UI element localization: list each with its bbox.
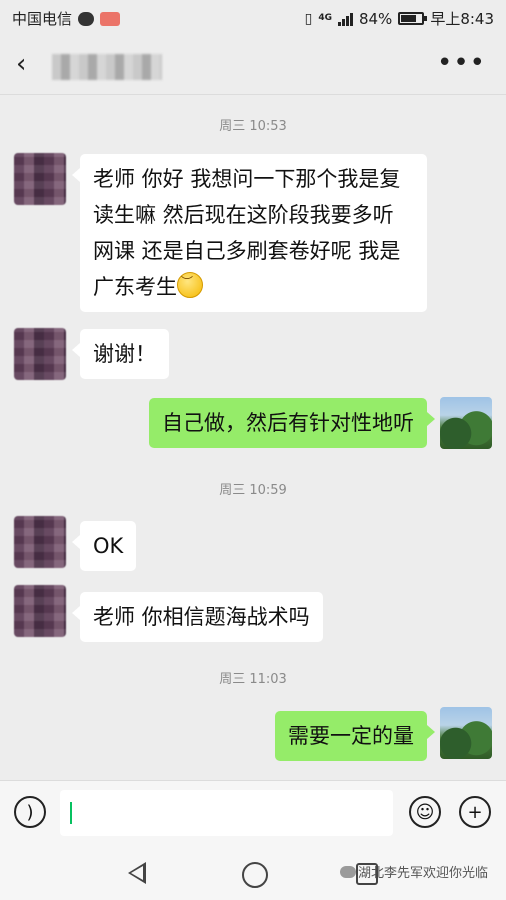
watermark: 湖北李先军欢迎你光临 — [340, 862, 488, 881]
contact-avatar[interactable] — [14, 516, 66, 568]
message-text: 需要一定的量 — [288, 724, 414, 748]
contact-avatar[interactable] — [14, 153, 66, 205]
smile-emoji-icon — [177, 264, 203, 300]
timestamp: 周三 10:53 — [219, 119, 287, 134]
timestamp: 周三 11:03 — [219, 672, 287, 687]
message-text: 老师 你好 我想问一下那个我是复读生嘛 然后现在这阶段我要多听网课 还是自己多刷… — [93, 167, 401, 299]
clock: 早上8:43 — [430, 10, 494, 28]
voice-icon[interactable]: ) — [14, 796, 46, 828]
user-avatar[interactable] — [440, 707, 492, 759]
status-bar: 中国电信 ▯ 4G 84% 早上8:43 — [0, 0, 506, 36]
system-navigation-bar: 湖北李先军欢迎你光临 — [0, 846, 506, 900]
watermark-text: 湖北李先军欢迎你光临 — [358, 866, 489, 881]
battery-percent: 84% — [358, 9, 393, 28]
message-bubble[interactable]: 谢谢！ — [72, 329, 169, 379]
message-bubble[interactable]: 需要一定的量 — [275, 711, 435, 761]
wechat-icon — [340, 866, 356, 878]
message-text: OK — [93, 534, 124, 558]
chat-area[interactable]: 周三 10:53 老师 你好 我想问一下那个我是复读生嘛 然后现在这阶段我要多听… — [0, 95, 506, 780]
home-circle-icon[interactable] — [242, 862, 268, 888]
plus-icon[interactable]: + — [459, 796, 491, 828]
network-type: 4G — [318, 13, 332, 23]
timestamp: 周三 10:59 — [219, 483, 287, 498]
text-caret — [70, 802, 72, 824]
message-text: 老师 你相信题海战术吗 — [93, 605, 310, 629]
message-text: 自己做，然后有针对性地听 — [162, 411, 414, 435]
message-bubble[interactable]: OK — [71, 521, 137, 571]
chevron-left-icon[interactable]: ‹ — [16, 50, 44, 78]
contact-name-blurred — [52, 54, 162, 80]
more-horizontal-icon[interactable]: ••• — [437, 48, 486, 78]
message-input[interactable] — [60, 790, 393, 836]
app-notification-icon — [100, 11, 121, 26]
contact-avatar[interactable] — [14, 328, 66, 380]
message-notification-icon — [78, 11, 95, 26]
message-bubble[interactable]: 老师 你好 我想问一下那个我是复读生嘛 然后现在这阶段我要多听网课 还是自己多刷… — [72, 154, 427, 312]
user-avatar[interactable] — [440, 397, 492, 449]
contact-avatar[interactable] — [14, 585, 66, 637]
input-bar: ) ☺ + — [0, 780, 506, 847]
emoji-icon[interactable]: ☺ — [409, 796, 441, 828]
carrier-label: 中国电信 — [12, 10, 73, 28]
message-text: 谢谢！ — [93, 342, 156, 366]
vibrate-icon: ▯ — [304, 10, 313, 27]
battery-icon — [398, 12, 428, 25]
signal-icon — [337, 12, 353, 26]
back-triangle-icon[interactable] — [128, 862, 146, 884]
message-bubble[interactable]: 老师 你相信题海战术吗 — [72, 592, 323, 642]
chat-header: ‹ ••• — [0, 36, 506, 95]
message-bubble[interactable]: 自己做，然后有针对性地听 — [149, 398, 435, 448]
